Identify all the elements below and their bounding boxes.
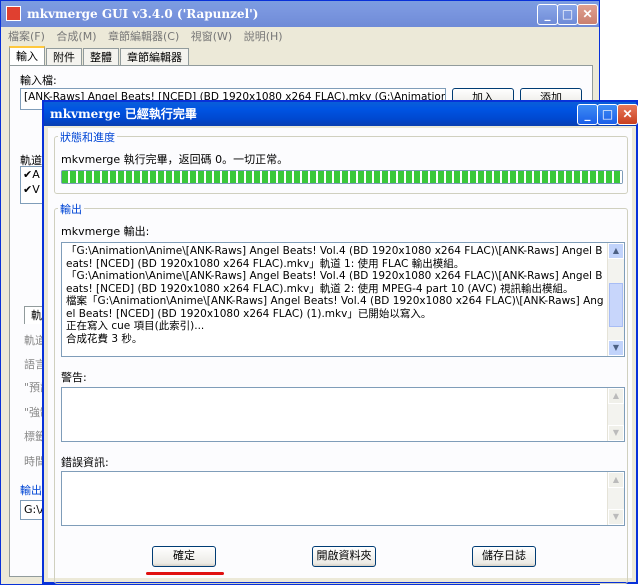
tab-input[interactable]: 輸入 [9,46,45,67]
menu-file[interactable]: 檔案(F) [8,30,45,43]
dialog-title-bar[interactable]: mkvmerge 已經執行完畢 _ □ ✕ [44,102,638,126]
menu-chapter-editor[interactable]: 章節編輯器(C) [108,30,179,43]
scroll-thumb[interactable] [609,283,623,327]
output-log-text: 「G:\Animation\Anime\[ANK-Raws] Angel Bea… [66,245,604,345]
minimize-icon[interactable]: _ [577,104,598,125]
menu-window[interactable]: 視窗(W) [191,30,232,43]
progress-fill [62,171,622,183]
track-label: V [32,183,40,196]
scroll-down-icon[interactable]: ▼ [608,340,624,356]
warnings-scrollbar[interactable]: ▲ ▼ [607,388,624,441]
errors-scrollbar[interactable]: ▲ ▼ [607,472,624,525]
dialog-body: 狀態和進度 mkvmerge 執行完畢，返回碼 0。一切正常。 輸出 mkvme… [48,128,632,584]
mkvmerge-done-dialog: mkvmerge 已經執行完畢 _ □ ✕ 狀態和進度 mkvmerge 執行完… [42,100,638,584]
status-group-title: 狀態和進度 [58,129,117,145]
tab-attachments[interactable]: 附件 [46,48,82,66]
dialog-title: mkvmerge 已經執行完畢 [50,107,197,121]
tab-chapter-editor[interactable]: 章節編輯器 [120,48,189,66]
output-group-title: 輸出 [58,201,84,217]
progress-bar [61,170,623,184]
close-icon[interactable]: ✕ [577,4,598,25]
errors-label: 錯誤資訊: [61,456,109,469]
scroll-up-icon[interactable]: ▲ [608,388,624,404]
ok-button[interactable]: 確定 [152,546,216,567]
maximize-icon[interactable]: □ [557,4,578,25]
main-title-bar[interactable]: mkvmerge GUI v3.4.0 ('Rapunzel') _ □ ✕ [1,1,599,27]
scroll-down-icon[interactable]: ▼ [608,425,624,441]
menu-mux[interactable]: 合成(M) [56,30,96,43]
scroll-down-icon[interactable]: ▼ [608,509,624,525]
warnings-box[interactable]: ▲ ▼ [61,387,625,442]
warnings-label: 警告: [61,371,87,384]
ok-underline [146,572,224,575]
tab-global[interactable]: 整體 [83,48,119,66]
output-label: mkvmerge 輸出: [61,225,150,238]
output-log-box[interactable]: 「G:\Animation\Anime\[ANK-Raws] Angel Bea… [61,242,625,357]
main-menubar: 檔案(F) 合成(M) 章節編輯器(C) 視窗(W) 說明(H) [4,28,596,46]
minimize-icon[interactable]: _ [537,4,558,25]
main-window-title: mkvmerge GUI v3.4.0 ('Rapunzel') [27,7,259,21]
input-files-label: 輸入檔: [20,74,57,87]
scroll-up-icon[interactable]: ▲ [608,243,624,259]
menu-help[interactable]: 說明(H) [244,30,283,43]
track-label: A [32,168,40,181]
scroll-up-icon[interactable]: ▲ [608,472,624,488]
save-log-button[interactable]: 儲存日誌 [472,546,536,567]
app-icon [6,6,21,21]
close-icon[interactable]: ✕ [617,104,638,125]
errors-box[interactable]: ▲ ▼ [61,471,625,526]
maximize-icon[interactable]: □ [597,104,618,125]
open-folder-button[interactable]: 開啟資料夾 [312,546,376,567]
status-text: mkvmerge 執行完畢，返回碼 0。一切正常。 [61,153,289,166]
output-scrollbar[interactable]: ▲ ▼ [607,243,624,356]
